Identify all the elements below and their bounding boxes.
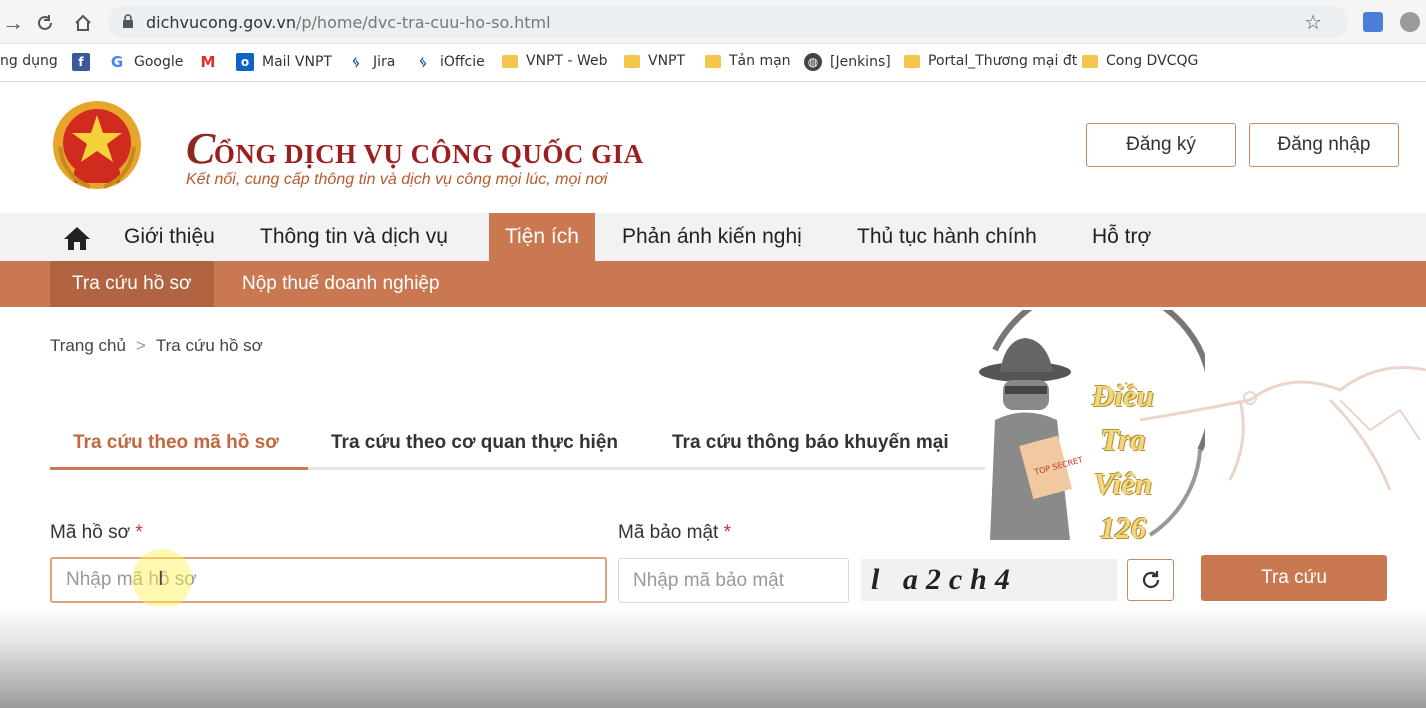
- reload-icon[interactable]: [32, 10, 58, 36]
- folder-icon: [1082, 54, 1098, 68]
- bookmark-jenkins[interactable]: ◍ [Jenkins]: [804, 53, 891, 71]
- login-button[interactable]: Đăng nhập: [1249, 123, 1399, 167]
- watermark-line: 126: [1099, 510, 1147, 545]
- bookmark-gmail[interactable]: M: [199, 53, 217, 71]
- menu-item-gioi-thieu[interactable]: Giới thiệu: [108, 213, 231, 261]
- bookmark-ioffice[interactable]: ᛃ iOffcie: [414, 53, 485, 71]
- watermark-line: Điều: [1092, 378, 1154, 413]
- menu-item-phan-anh-kien-nghi[interactable]: Phản ánh kiến nghị: [606, 213, 818, 261]
- bookmark-label: VNPT: [648, 53, 686, 69]
- watermark-text: Điều Tra Viên 126: [1078, 374, 1168, 550]
- bookmark-label: Tản mạn: [729, 53, 791, 69]
- text-cursor-icon: I: [158, 568, 164, 590]
- tab-tra-cuu-co-quan[interactable]: Tra cứu theo cơ quan thực hiện: [331, 418, 618, 467]
- bookmark-label: VNPT - Web: [526, 53, 608, 69]
- bookmark-google[interactable]: G Google: [108, 53, 184, 71]
- home-icon[interactable]: [62, 225, 92, 251]
- menu-item-thu-tuc-hanh-chinh[interactable]: Thủ tục hành chính: [841, 213, 1053, 261]
- bookmark-label: [Jenkins]: [830, 54, 891, 70]
- folder-icon: [904, 54, 920, 68]
- refresh-icon: [1142, 571, 1159, 589]
- menu-item-thong-tin-dich-vu[interactable]: Thông tin và dịch vụ: [244, 213, 464, 261]
- bookmark-label: Google: [134, 54, 184, 70]
- extension-icon[interactable]: [1400, 12, 1420, 32]
- page: → dichvucong.gov.vn/p/home/dvc-tra-cuu-h…: [0, 0, 1426, 708]
- google-icon: G: [110, 53, 124, 71]
- security-code-input[interactable]: [618, 558, 849, 603]
- folder-icon: [705, 54, 721, 68]
- required-mark: *: [723, 522, 732, 543]
- security-code-label-text: Mã bảo mật: [618, 522, 719, 543]
- breadcrumb-current: Tra cứu hồ sơ: [155, 336, 263, 355]
- url-path: /p/home/dvc-tra-cuu-ho-so.html: [295, 13, 551, 32]
- menu-item-ho-tro[interactable]: Hỗ trợ: [1076, 213, 1167, 261]
- outlook-icon: o: [236, 53, 254, 71]
- register-button[interactable]: Đăng ký: [1086, 123, 1236, 167]
- watermark-line: Tra: [1100, 422, 1146, 457]
- breadcrumb-home[interactable]: Trang chủ: [50, 336, 126, 356]
- bookmark-vnpt[interactable]: VNPT: [624, 53, 685, 69]
- tab-tra-cuu-ma-ho-so[interactable]: Tra cứu theo mã hồ sơ: [50, 418, 308, 470]
- site-title-initial: C: [186, 124, 216, 173]
- site-title-text: ỔNG DỊCH VỤ CÔNG QUỐC GIA: [213, 139, 644, 169]
- sub-menu: Tra cứu hồ sơ Nộp thuế doanh nghiệp: [0, 261, 1426, 307]
- watermark-line: Viên: [1093, 466, 1153, 501]
- translate-extension-icon[interactable]: [1363, 12, 1383, 32]
- globe-icon: ◍: [804, 53, 822, 71]
- submenu-item-nop-thue[interactable]: Nộp thuế doanh nghiệp: [220, 261, 462, 307]
- bookmark-label: Jira: [373, 54, 396, 70]
- captcha-refresh-button[interactable]: [1127, 559, 1174, 601]
- forward-icon[interactable]: →: [0, 10, 26, 36]
- bookmark-portal[interactable]: Portal_Thương mại đt: [904, 53, 1077, 69]
- bookmark-vnpt-web[interactable]: VNPT - Web: [502, 53, 608, 69]
- tab-tra-cuu-khuyen-mai[interactable]: Tra cứu thông báo khuyến mại: [672, 418, 949, 467]
- breadcrumb: Trang chủ > Tra cứu hồ sơ: [50, 336, 263, 356]
- search-tabs: Tra cứu theo mã hồ sơ Tra cứu theo cơ qu…: [50, 418, 985, 470]
- jira-icon: ᛃ: [351, 53, 361, 71]
- captcha-image: l a2ch4: [861, 559, 1117, 601]
- url-text: dichvucong.gov.vn/p/home/dvc-tra-cuu-ho-…: [146, 13, 551, 32]
- site-header: CỔNG DỊCH VỤ CÔNG QUỐC GIA Kết nối, cung…: [0, 83, 1426, 213]
- breadcrumb-separator: >: [135, 336, 146, 355]
- site-slogan: Kết nối, cung cấp thông tin và dịch vụ c…: [186, 171, 608, 188]
- bookmark-star-icon[interactable]: ☆: [1304, 10, 1322, 35]
- address-bar[interactable]: dichvucong.gov.vn/p/home/dvc-tra-cuu-ho-…: [108, 6, 1348, 38]
- required-mark: *: [135, 522, 143, 543]
- site-title[interactable]: CỔNG DỊCH VỤ CÔNG QUỐC GIA: [186, 123, 644, 174]
- security-code-label: Mã bảo mật *: [618, 522, 731, 544]
- url-host: dichvucong.gov.vn: [146, 13, 296, 32]
- bookmark-apps[interactable]: ng dụng: [0, 53, 58, 69]
- bookmark-label: ng dụng: [0, 53, 58, 69]
- national-emblem-icon[interactable]: [50, 97, 144, 193]
- bookmarks-bar: ng dụng f G Google M o Mail VNPT ᛃ Jira ᛃ iO…: [0, 44, 1426, 82]
- lock-icon: [123, 14, 133, 28]
- bookmark-label: Cong DVCQG: [1106, 53, 1199, 69]
- bookmark-mail-vnpt[interactable]: o Mail VNPT: [236, 53, 332, 71]
- file-code-label: Mã hồ sơ *: [50, 522, 143, 544]
- bookmark-facebook[interactable]: f: [72, 53, 90, 71]
- folder-icon: [502, 54, 518, 68]
- folder-icon: [624, 54, 640, 68]
- bookmark-cong-dvcqg[interactable]: Cong DVCQG: [1082, 53, 1198, 69]
- home-browser-icon[interactable]: [70, 10, 96, 36]
- submenu-item-tra-cuu-ho-so[interactable]: Tra cứu hồ sơ: [50, 261, 214, 307]
- bookmark-label: Mail VNPT: [262, 54, 332, 70]
- browser-toolbar: → dichvucong.gov.vn/p/home/dvc-tra-cuu-h…: [0, 0, 1426, 44]
- bottom-fade-overlay: [0, 606, 1426, 708]
- bookmark-tan-man[interactable]: Tản mạn: [705, 53, 791, 69]
- menu-item-tien-ich[interactable]: Tiện ích: [489, 213, 595, 261]
- bookmark-jira[interactable]: ᛃ Jira: [347, 53, 395, 71]
- main-menu: Giới thiệu Thông tin và dịch vụ Tiện ích…: [0, 213, 1426, 261]
- file-code-label-text: Mã hồ sơ: [50, 522, 131, 543]
- bookmark-label: Portal_Thương mại đt: [928, 53, 1078, 69]
- gmail-icon: M: [200, 53, 216, 71]
- ioffice-icon: ᛃ: [418, 53, 428, 71]
- facebook-icon: f: [72, 53, 90, 71]
- bookmark-label: iOffcie: [440, 54, 485, 70]
- search-submit-button[interactable]: Tra cứu: [1201, 555, 1387, 601]
